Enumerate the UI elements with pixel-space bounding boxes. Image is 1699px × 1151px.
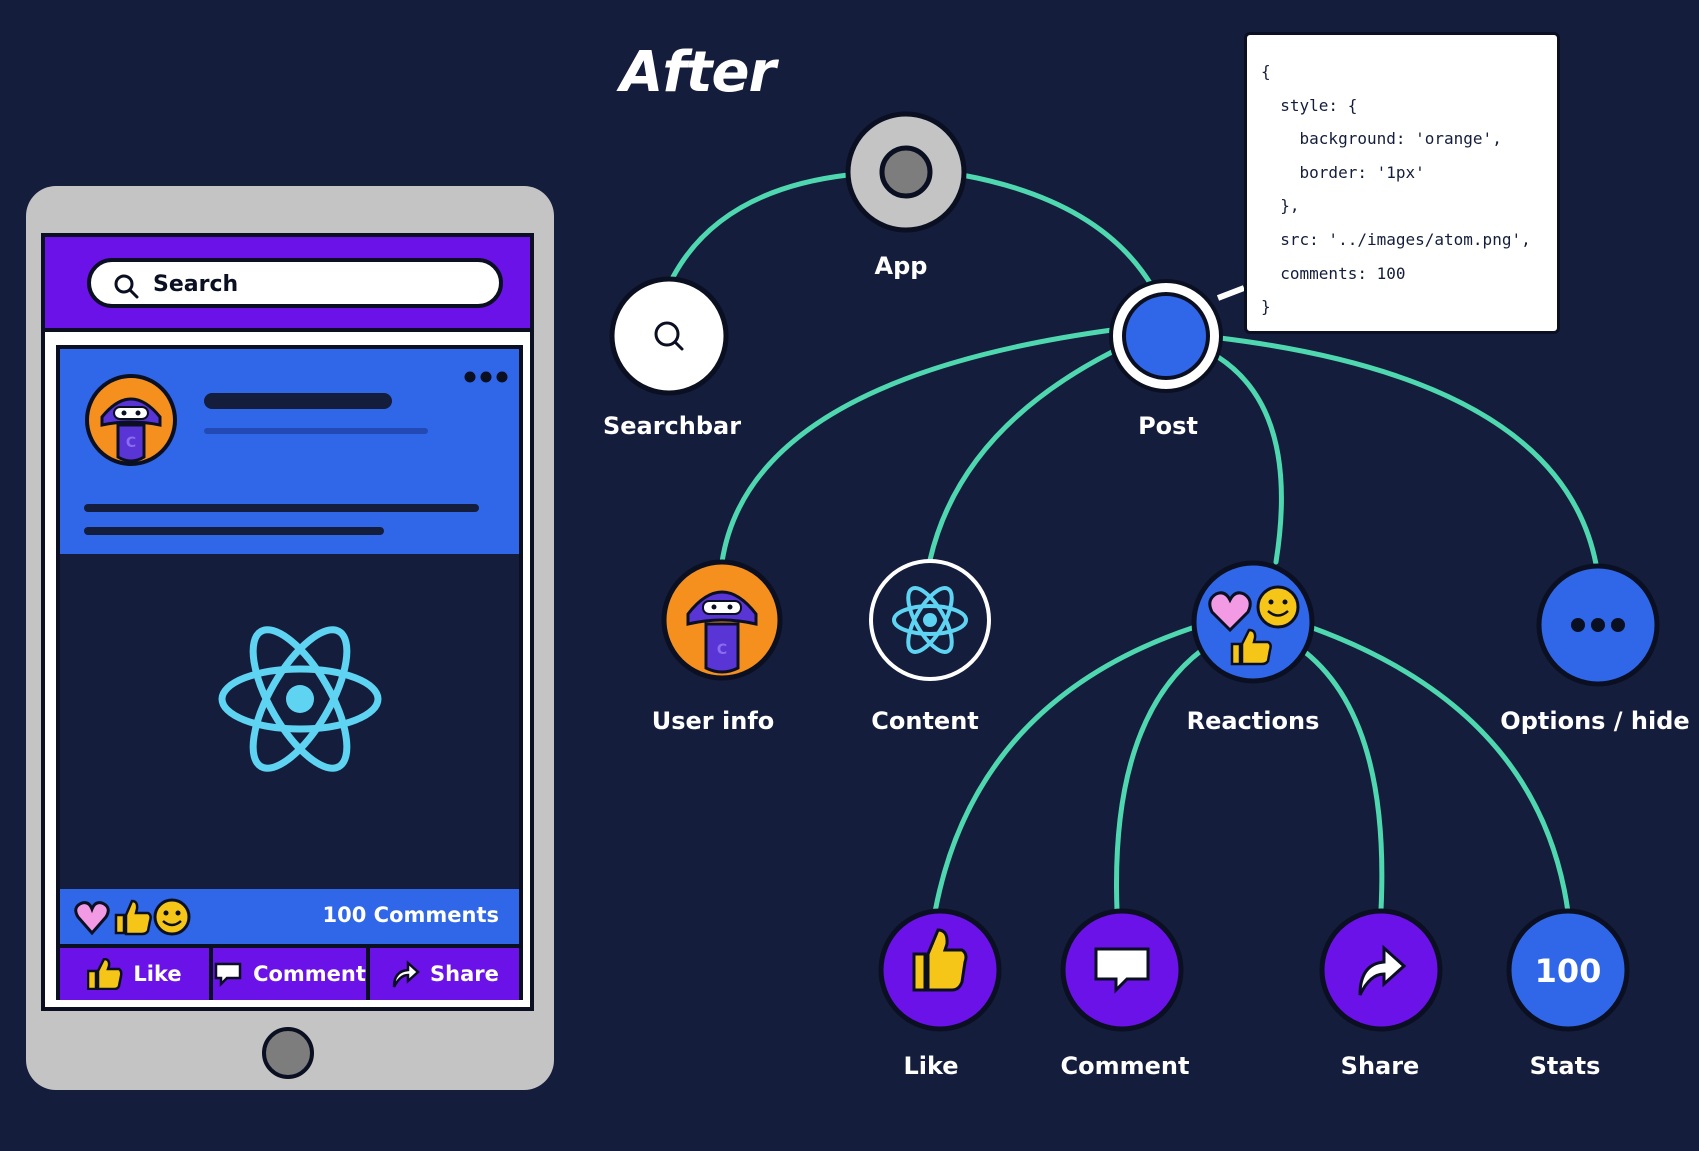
edge-reactions-stats: [1307, 624, 1571, 915]
label-reactions: Reactions: [1186, 707, 1320, 735]
code-line: },: [1261, 196, 1300, 216]
edge-post-userinfo: [719, 327, 1115, 565]
node-stats[interactable]: 100: [1506, 908, 1630, 1032]
label-like: Like: [903, 1052, 959, 1080]
code-line: src: '../images/atom.png',: [1261, 229, 1531, 249]
label-comment: Comment: [1060, 1052, 1190, 1080]
edge-post-reactions: [1215, 354, 1284, 565]
edge-reactions-share: [1302, 649, 1385, 913]
node-userinfo[interactable]: C: [661, 559, 783, 681]
node-share[interactable]: [1319, 908, 1443, 1032]
code-line: }: [1261, 297, 1271, 317]
node-like[interactable]: [878, 908, 1002, 1032]
edge-post-content: [927, 349, 1115, 563]
edge-reactions-comment: [1114, 647, 1205, 913]
node-content[interactable]: [869, 559, 991, 681]
label-share: Share: [1340, 1052, 1420, 1080]
label-options: Options / hide: [1500, 707, 1690, 735]
label-stats: Stats: [1529, 1052, 1601, 1080]
node-searchbar[interactable]: [609, 276, 729, 396]
stats-value: 100: [1535, 952, 1602, 990]
edge-app-searchbar: [670, 172, 851, 280]
code-line: border: '1px': [1261, 162, 1425, 182]
code-line: comments: 100: [1261, 263, 1406, 283]
code-line: style: {: [1261, 95, 1358, 115]
props-code-box: { style: { background: 'orange', border:…: [1244, 32, 1560, 334]
node-app[interactable]: [845, 111, 967, 233]
label-userinfo: User info: [651, 707, 775, 735]
edge-reactions-like: [932, 624, 1198, 915]
node-options[interactable]: [1536, 563, 1660, 687]
node-post[interactable]: [1109, 279, 1223, 393]
label-post: Post: [1138, 412, 1198, 440]
label-content: Content: [871, 707, 979, 735]
label-app: App: [874, 252, 928, 280]
svg-text:C: C: [717, 642, 727, 658]
label-searchbar: Searchbar: [602, 412, 742, 440]
edge-app-post: [959, 172, 1153, 286]
node-reactions[interactable]: [1191, 560, 1315, 684]
ellipsis-icon: [1571, 618, 1625, 632]
code-line: {: [1261, 62, 1271, 81]
code-connector: [1216, 285, 1246, 301]
node-comment[interactable]: [1060, 908, 1184, 1032]
code-line: background: 'orange',: [1261, 129, 1502, 149]
smiley-icon: [1256, 585, 1300, 629]
